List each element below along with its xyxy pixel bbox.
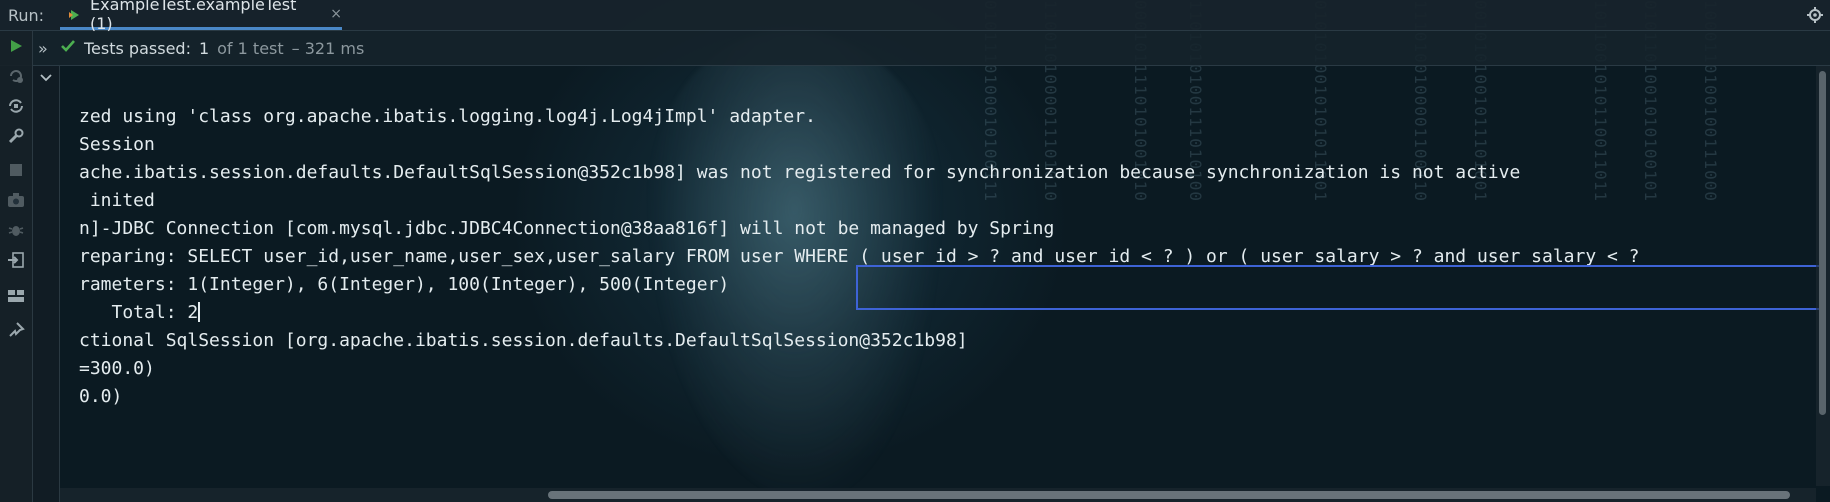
- tab-example-test[interactable]: ExampleTest.exampleTest (1) ×: [60, 0, 342, 33]
- console-line: 0.0): [79, 386, 123, 407]
- text-cursor: [198, 302, 201, 322]
- screenshot-icon[interactable]: [7, 191, 25, 209]
- console-line: zed using 'class org.apache.ibatis.loggi…: [79, 106, 816, 127]
- where-clause-highlight: [856, 265, 1822, 310]
- console-line: Session: [79, 134, 155, 155]
- pin-icon[interactable]: [7, 321, 25, 339]
- horizontal-scrollbar[interactable]: [60, 488, 1816, 502]
- layout-icon[interactable]: [7, 287, 25, 305]
- test-status-bar: » Tests passed: 1 of 1 test – 321 ms: [0, 31, 1830, 66]
- test-config-icon: [68, 7, 82, 21]
- debug-icon[interactable]: [7, 221, 25, 239]
- gear-icon[interactable]: [1806, 6, 1824, 24]
- settings-wrench-icon[interactable]: [7, 127, 25, 145]
- expand-chevron-icon[interactable]: »: [38, 39, 52, 58]
- run-tool-window-header: Run: ExampleTest.exampleTest (1) ×: [0, 0, 1830, 33]
- console-gutter: [33, 66, 60, 502]
- close-icon[interactable]: ×: [330, 6, 342, 22]
- console-line: =300.0): [79, 358, 155, 379]
- tests-passed-count: 1: [198, 38, 210, 58]
- check-icon: [60, 38, 76, 58]
- console-line: rameters: 1(Integer), 6(Integer), 100(In…: [79, 274, 730, 295]
- tests-passed-label: Tests passed:: [84, 38, 191, 58]
- console-line: n]-JDBC Connection [com.mysql.jdbc.JDBC4…: [79, 218, 1055, 239]
- tests-duration: – 321 ms: [291, 38, 365, 58]
- stop-icon[interactable]: [7, 161, 25, 179]
- vertical-scrollbar[interactable]: [1816, 66, 1830, 486]
- import-icon[interactable]: [7, 251, 25, 269]
- total-text: Total: 2: [79, 302, 199, 323]
- run-left-toolbar: [0, 31, 33, 502]
- console-line-total: Total: 2: [79, 302, 201, 324]
- test-status: » Tests passed: 1 of 1 test – 321 ms: [38, 31, 364, 65]
- toggle-auto-test-icon[interactable]: [7, 97, 25, 115]
- vertical-scroll-thumb[interactable]: [1819, 71, 1826, 415]
- horizontal-scroll-thumb[interactable]: [548, 491, 1790, 499]
- run-label: Run:: [8, 6, 45, 25]
- console-line: inited: [79, 190, 155, 211]
- run-icon[interactable]: [7, 37, 25, 55]
- console-line: ache.ibatis.session.defaults.DefaultSqlS…: [79, 162, 1521, 183]
- collapse-chevron-icon[interactable]: [38, 70, 54, 86]
- tests-total: of 1 test: [217, 38, 284, 58]
- console-line: ctional SqlSession [org.apache.ibatis.se…: [79, 330, 968, 351]
- rerun-failed-icon[interactable]: [7, 67, 25, 85]
- tab-title: ExampleTest.exampleTest (1): [90, 0, 297, 33]
